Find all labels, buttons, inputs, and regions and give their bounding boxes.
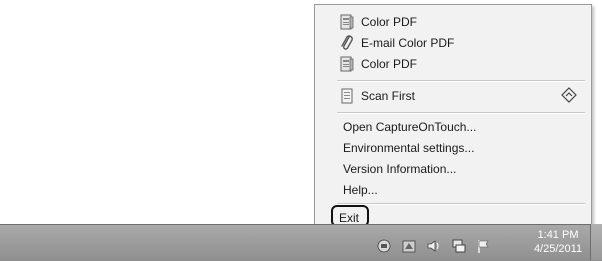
menu-item-email-color-pdf[interactable]: E-mail Color PDF xyxy=(315,32,591,53)
menu-separator xyxy=(337,203,585,205)
taskbar-clock[interactable]: 1:41 PM 4/25/2011 xyxy=(530,228,586,256)
speaker-icon[interactable] xyxy=(426,238,442,254)
paperclip-icon xyxy=(339,34,355,51)
menu-separator xyxy=(337,80,585,82)
document-scanner-icon xyxy=(339,56,355,72)
menu-item-help[interactable]: Help... xyxy=(315,179,591,200)
menu-item-label: Version Information... xyxy=(343,161,457,176)
show-desktop-button[interactable] xyxy=(590,224,602,260)
capture-on-touch-icon[interactable] xyxy=(401,238,417,254)
system-tray xyxy=(376,236,492,256)
menu-item-scan-first[interactable]: Scan First xyxy=(315,85,591,106)
clock-date: 4/25/2011 xyxy=(533,243,583,255)
menu-item-color-pdf-2[interactable]: Color PDF xyxy=(315,53,591,74)
menu-separator xyxy=(337,112,585,114)
menu-item-label: E-mail Color PDF xyxy=(361,35,455,50)
menu-item-version-information[interactable]: Version Information... xyxy=(315,158,591,179)
tray-context-menu: Color PDF E-mail Color PDF Color PDF Sca… xyxy=(314,4,592,230)
menu-item-label: Color PDF xyxy=(361,56,418,71)
menu-item-label: Environmental settings... xyxy=(343,140,475,155)
diamond-arrow-icon xyxy=(561,87,577,103)
document-scanner-icon xyxy=(339,14,355,30)
network-monitor-icon[interactable] xyxy=(451,238,467,254)
network-icon[interactable] xyxy=(376,238,392,254)
menu-item-color-pdf-1[interactable]: Color PDF xyxy=(315,11,591,32)
taskbar xyxy=(0,224,602,261)
menu-item-label: Scan First xyxy=(361,88,416,103)
clock-time: 1:41 PM xyxy=(537,229,579,241)
menu-item-open-captureontouch[interactable]: Open CaptureOnTouch... xyxy=(315,116,591,137)
menu-item-label: Color PDF xyxy=(361,14,418,29)
menu-item-environmental-settings[interactable]: Environmental settings... xyxy=(315,137,591,158)
menu-item-label: Open CaptureOnTouch... xyxy=(343,119,477,134)
menu-item-label: Help... xyxy=(343,182,378,197)
page-icon xyxy=(339,88,355,104)
action-center-flag-icon[interactable] xyxy=(476,238,492,254)
